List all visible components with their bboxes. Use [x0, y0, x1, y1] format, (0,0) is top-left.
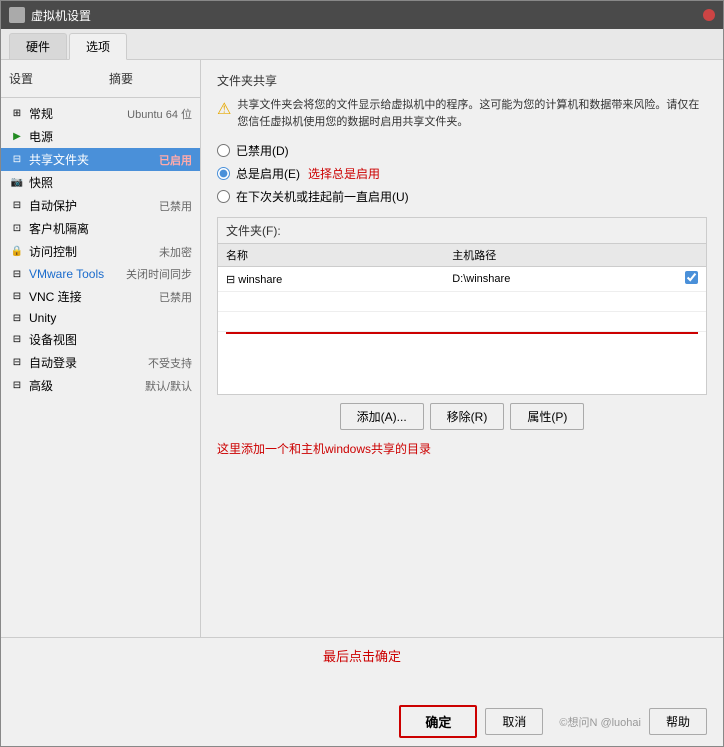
sidebar-item-vnc[interactable]: ⊟ VNC 连接 已禁用: [1, 285, 200, 308]
snapshot-icon: 📷: [9, 176, 25, 190]
radio-disabled[interactable]: 已禁用(D): [217, 142, 707, 159]
sidebar-item-general[interactable]: ⊞ 常规 Ubuntu 64 位: [1, 102, 200, 125]
tab-options[interactable]: 选项: [69, 33, 127, 60]
window-title: 虚拟机设置: [31, 7, 91, 24]
add-button[interactable]: 添加(A)...: [340, 403, 424, 430]
radio-always-input[interactable]: [217, 167, 230, 180]
remove-button[interactable]: 移除(R): [430, 403, 505, 430]
col-header-enabled: [676, 244, 706, 267]
tabs-row: 硬件 选项: [1, 29, 723, 60]
sidebar-item-advanced[interactable]: ⊟ 高级 默认/默认: [1, 374, 200, 397]
sidebar-item-vmware-tools[interactable]: ⊟ VMware Tools 关闭时间同步: [1, 263, 200, 285]
close-button[interactable]: [703, 9, 715, 21]
advanced-icon: ⊟: [9, 379, 25, 393]
radio-until-shutdown-input[interactable]: [217, 190, 230, 203]
sidebar-item-autologin[interactable]: ⊟ 自动登录 不受支持: [1, 351, 200, 374]
power-icon: ▶: [9, 130, 25, 144]
col-header-name: 名称: [218, 244, 444, 267]
header-summary: 摘要: [109, 70, 192, 87]
folder-path-cell: D:\winshare: [444, 267, 676, 292]
title-bar: 虚拟机设置: [1, 1, 723, 29]
folder-name: winshare: [238, 274, 282, 286]
tab-hardware[interactable]: 硬件: [9, 33, 67, 59]
radio-group: 已禁用(D) 总是启用(E) 选择总是启用 在下次关机或挂起前一直启用(U): [217, 142, 707, 205]
vmware-tools-icon: ⊟: [9, 267, 25, 281]
warning-box: ⚠ 共享文件夹会将您的文件显示给虚拟机中的程序。这可能为您的计算机和数据带来风险…: [217, 97, 707, 130]
warning-icon: ⚠: [217, 99, 231, 119]
folder-path: D:\winshare: [452, 273, 510, 285]
warning-text: 共享文件夹会将您的文件显示给虚拟机中的程序。这可能为您的计算机和数据带来风险。请…: [237, 97, 707, 130]
radio-disabled-input[interactable]: [217, 144, 230, 157]
isolation-icon: ⊡: [9, 222, 25, 236]
col-header-path: 主机路径: [444, 244, 676, 267]
folder-icon: ⊟: [226, 274, 235, 286]
window-icon: [9, 7, 25, 23]
folder-name-cell: ⊟ winshare: [218, 267, 444, 292]
sidebar-item-access-control[interactable]: 🔒 访问控制 未加密: [1, 240, 200, 263]
sidebar-item-shared-folders[interactable]: ⊟ 共享文件夹 已启用: [1, 148, 200, 171]
folders-title: 文件夹(F):: [218, 218, 706, 244]
vnc-icon: ⊟: [9, 290, 25, 304]
bottom-annotation: 最后点击确定: [17, 646, 707, 665]
autologin-icon: ⊟: [9, 356, 25, 370]
radio-always[interactable]: 总是启用(E) 选择总是启用: [217, 165, 707, 182]
radio-always-label: 总是启用(E): [236, 165, 300, 182]
sidebar-item-device-view[interactable]: ⊟ 设备视图: [1, 328, 200, 351]
sidebar-item-autoprotect[interactable]: ⊟ 自动保护 已禁用: [1, 194, 200, 217]
folders-table: 名称 主机路径 ⊟ winshare D:\winshare: [218, 244, 706, 332]
autoprotect-icon: ⊟: [9, 199, 25, 213]
access-control-icon: 🔒: [9, 245, 25, 259]
section-title: 文件夹共享: [217, 72, 707, 89]
left-panel: 设置 摘要 ⊞ 常规 Ubuntu 64 位 ▶ 电源 ⊟ 共享文件夹 已启用: [1, 60, 201, 637]
sidebar-item-isolation[interactable]: ⊡ 客户机隔离: [1, 217, 200, 240]
header-setting: 设置: [9, 70, 109, 87]
sidebar-item-snapshot[interactable]: 📷 快照: [1, 171, 200, 194]
watermark: ©想问N @luohai: [559, 714, 641, 730]
properties-button[interactable]: 属性(P): [510, 403, 584, 430]
radio-always-annotation: 选择总是启用: [308, 165, 380, 182]
folder-enabled-cell[interactable]: [676, 267, 706, 292]
table-row[interactable]: ⊟ winshare D:\winshare: [218, 267, 706, 292]
folders-section: 文件夹(F): 名称 主机路径 ⊟ winshare: [217, 217, 707, 395]
right-panel: 文件夹共享 ⚠ 共享文件夹会将您的文件显示给虚拟机中的程序。这可能为您的计算机和…: [201, 60, 723, 637]
unity-icon: ⊟: [9, 311, 25, 325]
bottom-area: 最后点击确定 确定 取消 ©想问N @luohai 帮助: [1, 637, 723, 746]
device-view-icon: ⊟: [9, 333, 25, 347]
sidebar-item-power[interactable]: ▶ 电源: [1, 125, 200, 148]
radio-until-shutdown[interactable]: 在下次关机或挂起前一直启用(U): [217, 188, 707, 205]
folder-buttons-row: 添加(A)... 移除(R) 属性(P): [217, 403, 707, 430]
radio-disabled-label: 已禁用(D): [236, 142, 289, 159]
radio-until-shutdown-label: 在下次关机或挂起前一直启用(U): [236, 188, 409, 205]
folder-annotation: 这里添加一个和主机windows共享的目录: [217, 440, 707, 457]
general-icon: ⊞: [9, 107, 25, 121]
help-button[interactable]: 帮助: [649, 708, 707, 735]
content-area: 设置 摘要 ⊞ 常规 Ubuntu 64 位 ▶ 电源 ⊟ 共享文件夹 已启用: [1, 60, 723, 637]
main-window: 虚拟机设置 硬件 选项 设置 摘要 ⊞ 常规 Ubuntu 64 位 ▶: [0, 0, 724, 747]
folder-enabled-checkbox[interactable]: [685, 271, 698, 284]
sidebar-item-unity[interactable]: ⊟ Unity: [1, 308, 200, 328]
shared-folders-icon: ⊟: [9, 153, 25, 167]
left-header: 设置 摘要: [1, 68, 200, 93]
cancel-button[interactable]: 取消: [485, 708, 543, 735]
bottom-buttons: 确定 取消 ©想问N @luohai 帮助: [17, 705, 707, 738]
ok-button[interactable]: 确定: [399, 705, 477, 738]
